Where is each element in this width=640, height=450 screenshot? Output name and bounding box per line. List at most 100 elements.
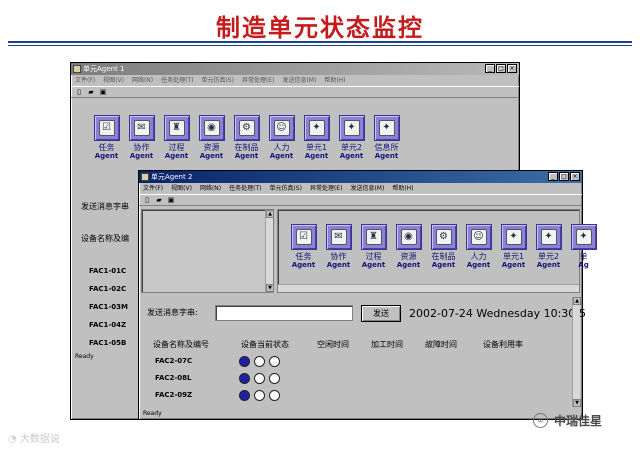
column-header: 加工时间	[371, 340, 403, 349]
maximize-button[interactable]: □	[559, 172, 569, 181]
agent-sublabel: Agent	[129, 152, 154, 160]
menu-item[interactable]: 发送信息(M)	[350, 183, 384, 194]
agent-icon-frame: ☑	[93, 115, 120, 141]
agent2-window[interactable]: 单元Agent 2 _ □ × 文件(F) 视图(V) 网络(N) 任务处理(T) 单元…	[138, 170, 597, 420]
agent1-menubar: 文件(F) 视图(V) 网络(N) 任务处理(T) 单元仿真(S) 异常处理(E) 发送信息…	[71, 75, 519, 86]
agent-icon: ☺	[470, 229, 487, 245]
agents-hscroll[interactable]	[278, 284, 579, 292]
agent-button[interactable]: ✦ 单 Ag	[566, 224, 601, 269]
agent1-device-label: 设备名称及编	[81, 234, 129, 243]
message-input[interactable]	[215, 305, 353, 321]
status-lamp-off	[254, 356, 265, 367]
list-vscroll[interactable]: ▲ ▼	[572, 297, 581, 407]
agent-icon: ✦	[505, 229, 522, 245]
agent-icon-frame: ☺	[268, 115, 295, 141]
status-lamp-off	[269, 390, 280, 401]
device-row[interactable]: FAC1-01C	[89, 267, 126, 275]
scroll-up-icon[interactable]: ▲	[266, 210, 274, 218]
minimize-button[interactable]: _	[548, 172, 558, 181]
agent-icon: ✉	[133, 120, 150, 136]
menu-item[interactable]: 发送信息(M)	[282, 75, 316, 86]
device-row[interactable]: FAC2-08L	[155, 374, 192, 382]
device-row[interactable]: FAC1-04Z	[89, 321, 126, 329]
agent-button[interactable]: ✉ 协作 Agent	[124, 115, 159, 160]
open-folder-icon[interactable]: ▰	[154, 196, 164, 205]
agent-button[interactable]: ◉ 资源 Agent	[391, 224, 426, 269]
minimize-button[interactable]: _	[485, 64, 495, 73]
menu-item[interactable]: 文件(F)	[143, 183, 163, 194]
agent-icon-frame: ⚙	[233, 115, 260, 141]
agent-sublabel: Agent	[234, 152, 259, 160]
menu-item[interactable]: 文件(F)	[75, 75, 95, 86]
agent-icon: ✦	[575, 229, 592, 245]
column-header: 设备当前状态	[241, 340, 289, 349]
agent-button[interactable]: ☑ 任务 Agent	[89, 115, 124, 160]
menu-item[interactable]: 网络(N)	[200, 183, 221, 194]
menu-item[interactable]: 异常处理(E)	[242, 75, 274, 86]
menu-item[interactable]: 任务处理(T)	[229, 183, 261, 194]
agent2-toolbar: ▯ ▰ ▣	[139, 194, 582, 206]
agent-button[interactable]: ☺ 人力 Agent	[264, 115, 299, 160]
agent-icon: ◉	[400, 229, 417, 245]
close-button[interactable]: ×	[570, 172, 580, 181]
scroll-down-icon[interactable]: ▼	[266, 284, 274, 292]
agent-button[interactable]: ☑ 任务 Agent	[286, 224, 321, 269]
agent-sublabel: Agent	[339, 152, 364, 160]
agent-sublabel: Agent	[431, 261, 456, 269]
agent1-titlebar[interactable]: 单元Agent 1 _ □ ×	[71, 63, 519, 75]
agent-label: 单元2	[340, 143, 363, 152]
agent-icon: ♜	[168, 120, 185, 136]
send-button[interactable]: 发送	[361, 305, 401, 322]
device-row[interactable]: FAC1-05B	[89, 339, 126, 347]
agent1-title: 单元Agent 1	[83, 65, 125, 73]
new-file-icon[interactable]: ▯	[74, 88, 84, 97]
menu-item[interactable]: 单元仿真(S)	[201, 75, 234, 86]
agent-sublabel: Agent	[291, 261, 316, 269]
agent-button[interactable]: ⚙ 在制品 Agent	[426, 224, 461, 269]
device-row[interactable]: FAC1-03M	[89, 303, 128, 311]
weibo-icon: ◔	[8, 434, 17, 445]
agent-button[interactable]: ⚙ 在制品 Agent	[229, 115, 264, 160]
agent-button[interactable]: ✦ 单元1 Agent	[496, 224, 531, 269]
save-icon[interactable]: ▣	[98, 88, 108, 97]
menu-item[interactable]: 视图(V)	[103, 75, 124, 86]
agent-button[interactable]: ♜ 过程 Agent	[356, 224, 391, 269]
menu-item[interactable]: 单元仿真(S)	[269, 183, 302, 194]
menu-item[interactable]: 网络(N)	[132, 75, 153, 86]
agent2-tree-pane[interactable]: ▲ ▼	[141, 209, 274, 293]
agent-label: 人力	[470, 252, 487, 261]
menu-item[interactable]: 异常处理(E)	[310, 183, 342, 194]
device-row[interactable]: FAC1-02C	[89, 285, 126, 293]
agent2-titlebar[interactable]: 单元Agent 2 _ □ ×	[139, 171, 582, 183]
menu-item[interactable]: 视图(V)	[171, 183, 192, 194]
agent-icon: ✦	[308, 120, 325, 136]
agent-button[interactable]: ✦ 信息所 Agent	[369, 115, 404, 160]
agent-button[interactable]: ☺ 人力 Agent	[461, 224, 496, 269]
agent-sublabel: Agent	[94, 152, 119, 160]
device-row[interactable]: FAC2-07C	[155, 357, 192, 365]
status-lamp-on	[239, 390, 250, 401]
agent-button[interactable]: ✦ 单元2 Agent	[334, 115, 369, 160]
scroll-down-icon[interactable]: ▼	[573, 399, 581, 407]
device-row[interactable]: FAC2-09Z	[155, 391, 192, 399]
scroll-up-icon[interactable]: ▲	[573, 297, 581, 305]
menu-item[interactable]: 任务处理(T)	[161, 75, 193, 86]
open-folder-icon[interactable]: ▰	[86, 88, 96, 97]
save-icon[interactable]: ▣	[166, 196, 176, 205]
agent-label: 过程	[168, 143, 185, 152]
column-header: 故障时间	[425, 340, 457, 349]
maximize-button[interactable]: □	[496, 64, 506, 73]
agent-button[interactable]: ✦ 单元2 Agent	[531, 224, 566, 269]
agent-button[interactable]: ✦ 单元1 Agent	[299, 115, 334, 160]
new-file-icon[interactable]: ▯	[142, 196, 152, 205]
close-button[interactable]: ×	[507, 64, 517, 73]
menu-item[interactable]: 帮助(H)	[392, 183, 413, 194]
title-rule	[8, 41, 632, 43]
agent-button[interactable]: ◉ 资源 Agent	[194, 115, 229, 160]
menu-item[interactable]: 帮助(H)	[324, 75, 345, 86]
tree-vscroll[interactable]: ▲ ▼	[265, 210, 274, 292]
agent-label: 信息所	[374, 143, 399, 152]
agent-icon: ✦	[343, 120, 360, 136]
agent-button[interactable]: ✉ 协作 Agent	[321, 224, 356, 269]
agent-button[interactable]: ♜ 过程 Agent	[159, 115, 194, 160]
